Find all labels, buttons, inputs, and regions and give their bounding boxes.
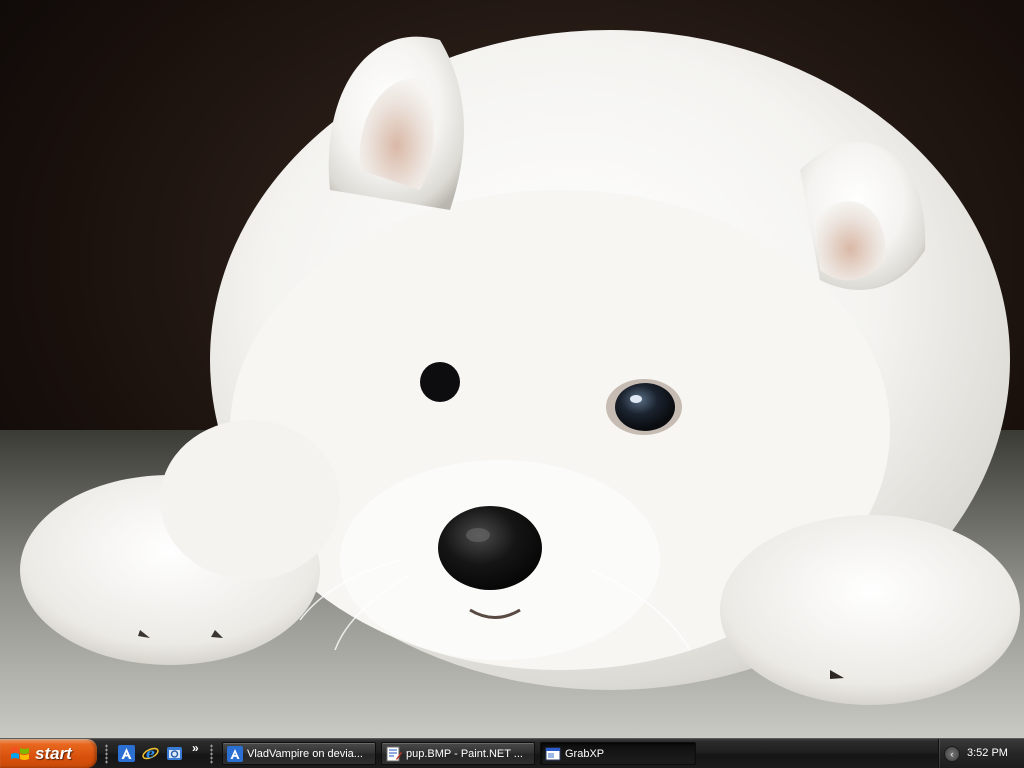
- svg-text:e: e: [146, 746, 155, 762]
- paint-net-icon: [386, 746, 402, 762]
- system-tray: ‹ 3:52 PM: [938, 739, 1024, 768]
- taskbar-grip[interactable]: [210, 744, 213, 764]
- grabxp-window-icon: [545, 746, 561, 762]
- deviantart-a-icon: [227, 745, 243, 762]
- wallpaper-puppy-image: [0, 0, 1024, 738]
- quick-launch-grip[interactable]: [105, 744, 108, 764]
- task-button-deviantart[interactable]: VladVampire on devia...: [222, 742, 376, 765]
- task-label: VladVampire on devia...: [247, 747, 363, 760]
- task-label: GrabXP: [565, 747, 605, 760]
- deviantart-a-icon[interactable]: [118, 745, 135, 762]
- task-button-paint-net[interactable]: pup.BMP - Paint.NET ...: [381, 742, 535, 765]
- internet-explorer-icon[interactable]: e: [142, 745, 159, 762]
- desktop[interactable]: [0, 0, 1024, 738]
- taskbar: start e » VladVampire on devia... pup.BM…: [0, 738, 1024, 768]
- task-button-grabxp[interactable]: GrabXP: [540, 742, 696, 765]
- show-hidden-icons-button[interactable]: ‹: [944, 746, 960, 762]
- start-button[interactable]: start: [0, 739, 97, 768]
- clock[interactable]: 3:52 PM: [967, 747, 1008, 759]
- start-label: start: [35, 743, 72, 763]
- windows-explorer-icon[interactable]: [166, 745, 183, 762]
- windows-logo-icon: [11, 746, 29, 760]
- task-label: pup.BMP - Paint.NET ...: [406, 747, 523, 760]
- quick-launch-overflow-chevron[interactable]: »: [192, 741, 199, 755]
